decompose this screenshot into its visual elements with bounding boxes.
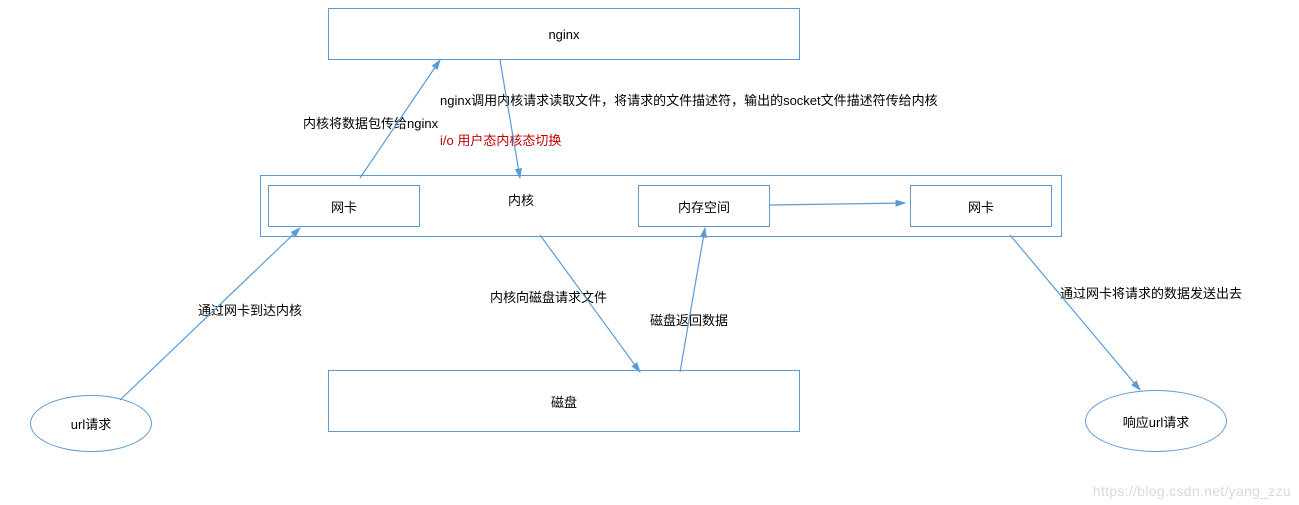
label-kernel-to-disk: 内核向磁盘请求文件 (490, 287, 607, 306)
node-disk-label: 磁盘 (551, 392, 577, 411)
node-url-request-label: url请求 (71, 414, 111, 433)
node-nic-right: 网卡 (910, 185, 1052, 227)
arrow-nginx-to-kernel (500, 60, 520, 178)
arrow-nic-to-response (1010, 235, 1140, 390)
node-nic-left-label: 网卡 (331, 197, 357, 216)
node-memory: 内存空间 (638, 185, 770, 227)
node-url-request: url请求 (30, 395, 152, 452)
arrow-disk-to-memory (680, 228, 705, 372)
node-memory-label: 内存空间 (678, 197, 730, 216)
node-url-response-label: 响应url请求 (1123, 412, 1189, 431)
label-kernel-to-nginx: 内核将数据包传给nginx (303, 113, 438, 132)
label-nginx-calls-kernel: nginx调用内核请求读取文件，将请求的文件描述符，输出的socket文件描述符… (440, 90, 938, 109)
label-io-switch: i/o 用户态内核态切换 (440, 130, 561, 149)
node-nginx: nginx (328, 8, 800, 60)
label-via-nic-to-kernel: 通过网卡到达内核 (198, 300, 302, 319)
node-nic-right-label: 网卡 (968, 197, 994, 216)
label-disk-returns: 磁盘返回数据 (650, 310, 728, 329)
label-via-nic-send: 通过网卡将请求的数据发送出去 (1060, 283, 1242, 302)
node-nic-left: 网卡 (268, 185, 420, 227)
watermark: https://blog.csdn.net/yang_zzu (1093, 483, 1291, 499)
node-disk: 磁盘 (328, 370, 800, 432)
node-kernel-label: 内核 (508, 190, 534, 209)
node-nginx-label: nginx (548, 27, 579, 42)
node-url-response: 响应url请求 (1085, 390, 1227, 452)
